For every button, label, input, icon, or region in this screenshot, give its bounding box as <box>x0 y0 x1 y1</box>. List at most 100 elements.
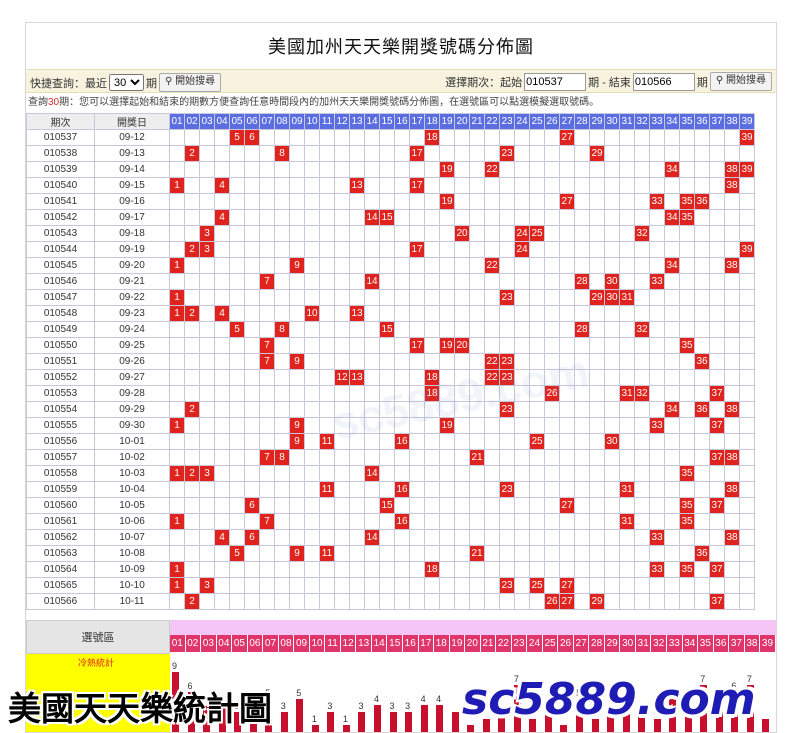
select-number-button[interactable]: 14 <box>371 635 388 652</box>
drawn-number-cell: 26 <box>544 593 560 610</box>
select-number-button[interactable]: 20 <box>465 635 481 652</box>
empty-number-cell <box>484 337 500 354</box>
empty-number-cell <box>259 321 275 338</box>
empty-number-cell <box>229 257 245 274</box>
select-number-button[interactable]: 30 <box>620 635 636 652</box>
recent-periods-select[interactable]: 30 <box>109 74 144 91</box>
empty-number-cell <box>349 193 365 210</box>
empty-number-cell <box>409 321 425 338</box>
start-period-input[interactable] <box>524 72 587 91</box>
select-number-button[interactable]: 34 <box>682 635 699 652</box>
select-number-button[interactable]: 23 <box>511 635 528 652</box>
select-number-button[interactable]: 15 <box>387 635 403 652</box>
empty-number-cell <box>709 433 725 450</box>
empty-number-cell <box>664 177 680 194</box>
select-number-button[interactable]: 02 <box>185 635 202 652</box>
frequency-column: 3 <box>280 654 297 732</box>
empty-number-cell <box>454 545 470 562</box>
select-number-button[interactable]: 05 <box>232 635 248 652</box>
drawn-number-cell: 38 <box>724 257 740 274</box>
empty-number-cell <box>589 273 605 290</box>
frequency-value: 9 <box>172 661 178 671</box>
empty-number-cell <box>649 497 665 514</box>
drawn-number-cell: 34 <box>664 401 680 418</box>
empty-number-cell <box>169 449 185 466</box>
select-number-button[interactable]: 31 <box>635 635 652 652</box>
empty-number-cell <box>409 305 425 322</box>
select-number-button[interactable]: 03 <box>201 635 217 652</box>
frequency-column: 5 <box>296 654 312 732</box>
drawn-number-cell: 19 <box>439 417 455 434</box>
select-number-button[interactable]: 28 <box>589 635 605 652</box>
empty-number-cell <box>244 433 260 450</box>
end-period-input[interactable] <box>632 72 695 91</box>
empty-number-cell <box>529 337 545 354</box>
select-number-button[interactable]: 38 <box>744 635 761 652</box>
frequency-bar <box>389 712 397 732</box>
empty-number-cell <box>394 417 410 434</box>
empty-number-cell <box>379 577 395 594</box>
empty-number-cell <box>709 353 725 370</box>
empty-number-cell <box>649 321 665 338</box>
select-number-button[interactable]: 37 <box>729 635 745 652</box>
select-number-button[interactable]: 32 <box>651 635 667 652</box>
empty-number-cell <box>589 513 605 530</box>
select-number-button[interactable]: 21 <box>480 635 497 652</box>
frequency-value: 4 <box>436 694 442 705</box>
select-number-button[interactable]: 16 <box>402 635 419 652</box>
empty-number-cell <box>409 545 425 562</box>
empty-number-cell <box>229 513 245 530</box>
select-number-button[interactable]: 18 <box>434 635 450 652</box>
date-cell: 09-12 <box>94 129 170 146</box>
select-number-button[interactable]: 04 <box>216 635 233 652</box>
select-number-button[interactable]: 19 <box>449 635 466 652</box>
select-number-button[interactable]: 08 <box>278 635 295 652</box>
empty-number-cell <box>499 593 515 610</box>
empty-number-cell <box>394 593 410 610</box>
empty-number-cell <box>559 513 575 530</box>
empty-number-cell <box>364 433 380 450</box>
empty-number-cell <box>649 433 665 450</box>
select-number-button[interactable]: 24 <box>527 635 543 652</box>
select-area-row[interactable] <box>170 620 776 635</box>
table-row: 010551 09-26 7 9 22 23 36 <box>26 353 755 370</box>
select-number-button[interactable]: 11 <box>325 635 341 652</box>
table-row: 010555 09-30 1 9 19 33 37 <box>26 417 755 434</box>
drawn-number-cell: 8 <box>274 321 290 338</box>
select-number-button[interactable]: 13 <box>356 635 372 652</box>
select-number-button[interactable]: 39 <box>760 635 776 652</box>
empty-number-cell <box>199 593 215 610</box>
empty-number-cell <box>394 305 410 322</box>
select-number-button[interactable]: 36 <box>713 635 730 652</box>
empty-number-cell <box>424 161 440 178</box>
empty-number-cell <box>229 241 245 258</box>
select-number-button[interactable]: 27 <box>573 635 590 652</box>
select-number-button[interactable]: 06 <box>247 635 264 652</box>
drawn-number-cell: 23 <box>499 353 515 370</box>
select-number-button[interactable]: 09 <box>294 635 310 652</box>
select-number-button[interactable]: 07 <box>263 635 279 652</box>
select-number-button[interactable]: 22 <box>496 635 512 652</box>
range-search-button[interactable]: ⚲ 開始搜尋 <box>709 72 772 91</box>
empty-number-cell <box>259 593 275 610</box>
select-number-button[interactable]: 12 <box>340 635 357 652</box>
empty-number-cell <box>619 449 635 466</box>
select-number-button[interactable]: 35 <box>698 635 714 652</box>
select-number-button[interactable]: 26 <box>558 635 574 652</box>
select-number-button[interactable]: 33 <box>667 635 683 652</box>
empty-number-cell <box>694 257 710 274</box>
quick-search-button[interactable]: ⚲ 開始搜尋 <box>159 73 222 92</box>
drawn-number-cell: 14 <box>364 529 380 546</box>
empty-number-cell <box>349 161 365 178</box>
select-number-button[interactable]: 17 <box>418 635 435 652</box>
empty-number-cell <box>604 513 620 530</box>
table-row: 010544 09-19 2 3 17 24 39 <box>26 241 755 258</box>
drawn-number-cell: 33 <box>649 561 665 578</box>
table-row: 010542 09-17 4 14 15 34 35 <box>26 209 755 226</box>
drawn-number-cell: 4 <box>214 529 230 546</box>
select-number-button[interactable]: 01 <box>170 635 186 652</box>
drawn-number-cell: 23 <box>499 401 515 418</box>
select-number-button[interactable]: 29 <box>604 635 621 652</box>
select-number-button[interactable]: 10 <box>309 635 326 652</box>
select-number-button[interactable]: 25 <box>542 635 559 652</box>
